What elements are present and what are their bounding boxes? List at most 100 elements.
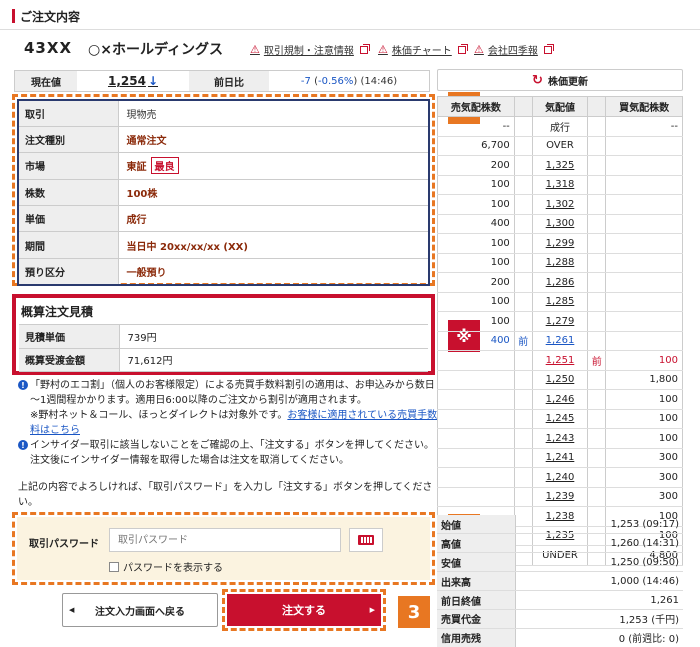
price-link[interactable]: 1,246	[546, 394, 575, 405]
buy-qty-cell	[605, 214, 683, 234]
company-quarterly-link[interactable]: ⚠ 会社四季報	[474, 42, 554, 57]
order-field-text: 通常注文	[126, 136, 167, 148]
down-arrow-icon: ↓	[147, 74, 159, 88]
warning-icon: ⚠	[250, 43, 260, 56]
stat-row: 出来高 1,000 (14:46)	[437, 571, 683, 592]
price-link[interactable]: 1,241	[546, 452, 575, 463]
sell-flag-cell	[513, 350, 533, 371]
price-cell[interactable]: 1,251	[531, 350, 589, 371]
external-link-icon	[457, 43, 468, 54]
price-link[interactable]: 1,250	[546, 374, 575, 385]
table-row: 株数 100株	[18, 179, 429, 207]
price-cell[interactable]: 1,239	[531, 487, 589, 507]
stock-name: ○×ホールディングス	[88, 42, 223, 58]
order-field-text: 東証	[126, 162, 147, 174]
price-cell[interactable]: 1,299	[531, 233, 589, 254]
price-link[interactable]: 1,318	[546, 179, 575, 190]
password-highlight: 取引パスワード パスワードを表示する	[12, 512, 435, 585]
order-field-value: 一般預り	[118, 258, 429, 286]
stat-value: 1,000 (14:46)	[515, 571, 683, 592]
link-label: 取引規制・注意情報	[263, 46, 354, 57]
price-link[interactable]: 1,239	[546, 491, 575, 502]
step-badge-3: 3	[398, 596, 430, 628]
buy-flag-header	[587, 96, 607, 117]
stock-chart-link[interactable]: ⚠ 株価チャート	[378, 42, 468, 57]
refresh-quote-button[interactable]: ↻ 株価更新	[437, 69, 683, 91]
buy-flag-cell: 前	[587, 350, 607, 371]
table-row: 期間 当日中 20xx/xx/xx (XX)	[18, 231, 429, 259]
stock-header: 43XX ○×ホールディングス ⚠ 取引規制・注意情報 ⚠ 株価チャート ⚠ 会…	[0, 30, 700, 66]
price-cell[interactable]: 1,246	[531, 389, 589, 410]
price-link[interactable]: 1,300	[546, 218, 575, 229]
price-link[interactable]: 1,299	[546, 238, 575, 249]
stat-row: 始値 1,253 (09:17)	[437, 515, 683, 535]
sell-qty-cell	[437, 370, 515, 390]
price-link[interactable]: 1,325	[546, 160, 575, 171]
order-details-table: 取引 現物売 注文種別 通常注文 市場 東証 最良 株数 100株 単価 成行 期間 当日中 20xx/…	[17, 99, 430, 286]
order-field-text: 現物売	[126, 109, 157, 121]
price-cell[interactable]: 1,241	[531, 448, 589, 468]
sell-qty-cell: 100	[437, 311, 515, 332]
price-link[interactable]: 1,251	[546, 355, 575, 366]
price-cell[interactable]: 1,300	[531, 214, 589, 234]
estimate-total-label: 概算受渡金額	[19, 348, 120, 372]
buy-flag-cell	[587, 389, 607, 410]
submit-order-button[interactable]: 注文する ▶	[227, 594, 381, 626]
order-book-row: 100 1,285	[437, 292, 683, 312]
current-price-label: 現在値	[15, 71, 77, 91]
price-cell[interactable]: 1,318	[531, 175, 589, 195]
password-input[interactable]	[109, 528, 341, 552]
price-link[interactable]: 1,288	[546, 257, 575, 268]
chevron-left-icon: ◀	[69, 606, 75, 614]
price-cell[interactable]: 1,250	[531, 370, 589, 390]
price-cell[interactable]: 1,240	[531, 467, 589, 488]
table-row: 預り区分 一般預り	[18, 258, 429, 286]
buy-flag-cell	[587, 467, 607, 488]
sell-flag-cell	[513, 214, 533, 234]
price-cell[interactable]: 1,285	[531, 292, 589, 312]
sell-qty-cell: 100	[437, 175, 515, 195]
price-cell[interactable]: 1,261	[531, 331, 589, 351]
price-link[interactable]: 1,302	[546, 199, 575, 210]
price-cell[interactable]: 1,325	[531, 155, 589, 176]
password-label: 取引パスワード	[29, 539, 99, 550]
estimate-title: 概算注文見積	[19, 301, 428, 325]
sell-flag-header	[513, 96, 533, 117]
price-cell[interactable]: 1,245	[531, 409, 589, 429]
price-cell[interactable]: 1,286	[531, 272, 589, 293]
buy-qty-cell: 100	[605, 389, 683, 410]
price-link[interactable]: 1,286	[546, 277, 575, 288]
refresh-icon: ↻	[532, 72, 543, 88]
stat-value: 1,260 (14:31)	[515, 533, 683, 554]
price-link[interactable]: 1,245	[546, 413, 575, 424]
table-row: 単価 成行	[18, 205, 429, 233]
buy-flag-cell	[587, 175, 607, 195]
price-link[interactable]: 1,243	[546, 433, 575, 444]
stat-value-text: 1,260 (14:31)	[610, 537, 679, 549]
trading-regulation-link[interactable]: ⚠ 取引規制・注意情報	[250, 42, 370, 57]
external-link-icon	[359, 43, 370, 54]
price-link[interactable]: 1,279	[546, 316, 575, 327]
price-cell[interactable]: 1,302	[531, 194, 589, 215]
price-cell[interactable]: 1,243	[531, 428, 589, 449]
price-cell[interactable]: 1,288	[531, 253, 589, 273]
price-link[interactable]: 1,285	[546, 296, 575, 307]
buy-qty-cell	[605, 331, 683, 351]
order-field-value: 現物売	[118, 100, 429, 127]
current-price-value[interactable]: 1,254 ↓	[77, 71, 189, 91]
buy-flag-cell	[587, 292, 607, 312]
buy-qty-cell	[605, 136, 683, 156]
software-keyboard-button[interactable]	[349, 528, 383, 552]
back-to-input-button[interactable]: ◀ 注文入力画面へ戻る	[62, 593, 218, 627]
price-link[interactable]: 1,240	[546, 472, 575, 483]
price-link[interactable]: 1,261	[546, 335, 575, 346]
table-row: 市場 東証 最良	[18, 152, 429, 180]
sell-flag-cell	[513, 467, 533, 488]
order-field-value: 東証 最良	[118, 152, 429, 180]
order-field-text: 一般預り	[126, 267, 167, 279]
show-password-checkbox[interactable]	[109, 561, 119, 572]
show-password-toggle[interactable]: パスワードを表示する	[109, 559, 223, 574]
price-cell[interactable]: 1,279	[531, 311, 589, 332]
order-book-row: 1,245 100	[437, 409, 683, 429]
stat-value-text: 1,253 (09:17)	[610, 518, 679, 530]
